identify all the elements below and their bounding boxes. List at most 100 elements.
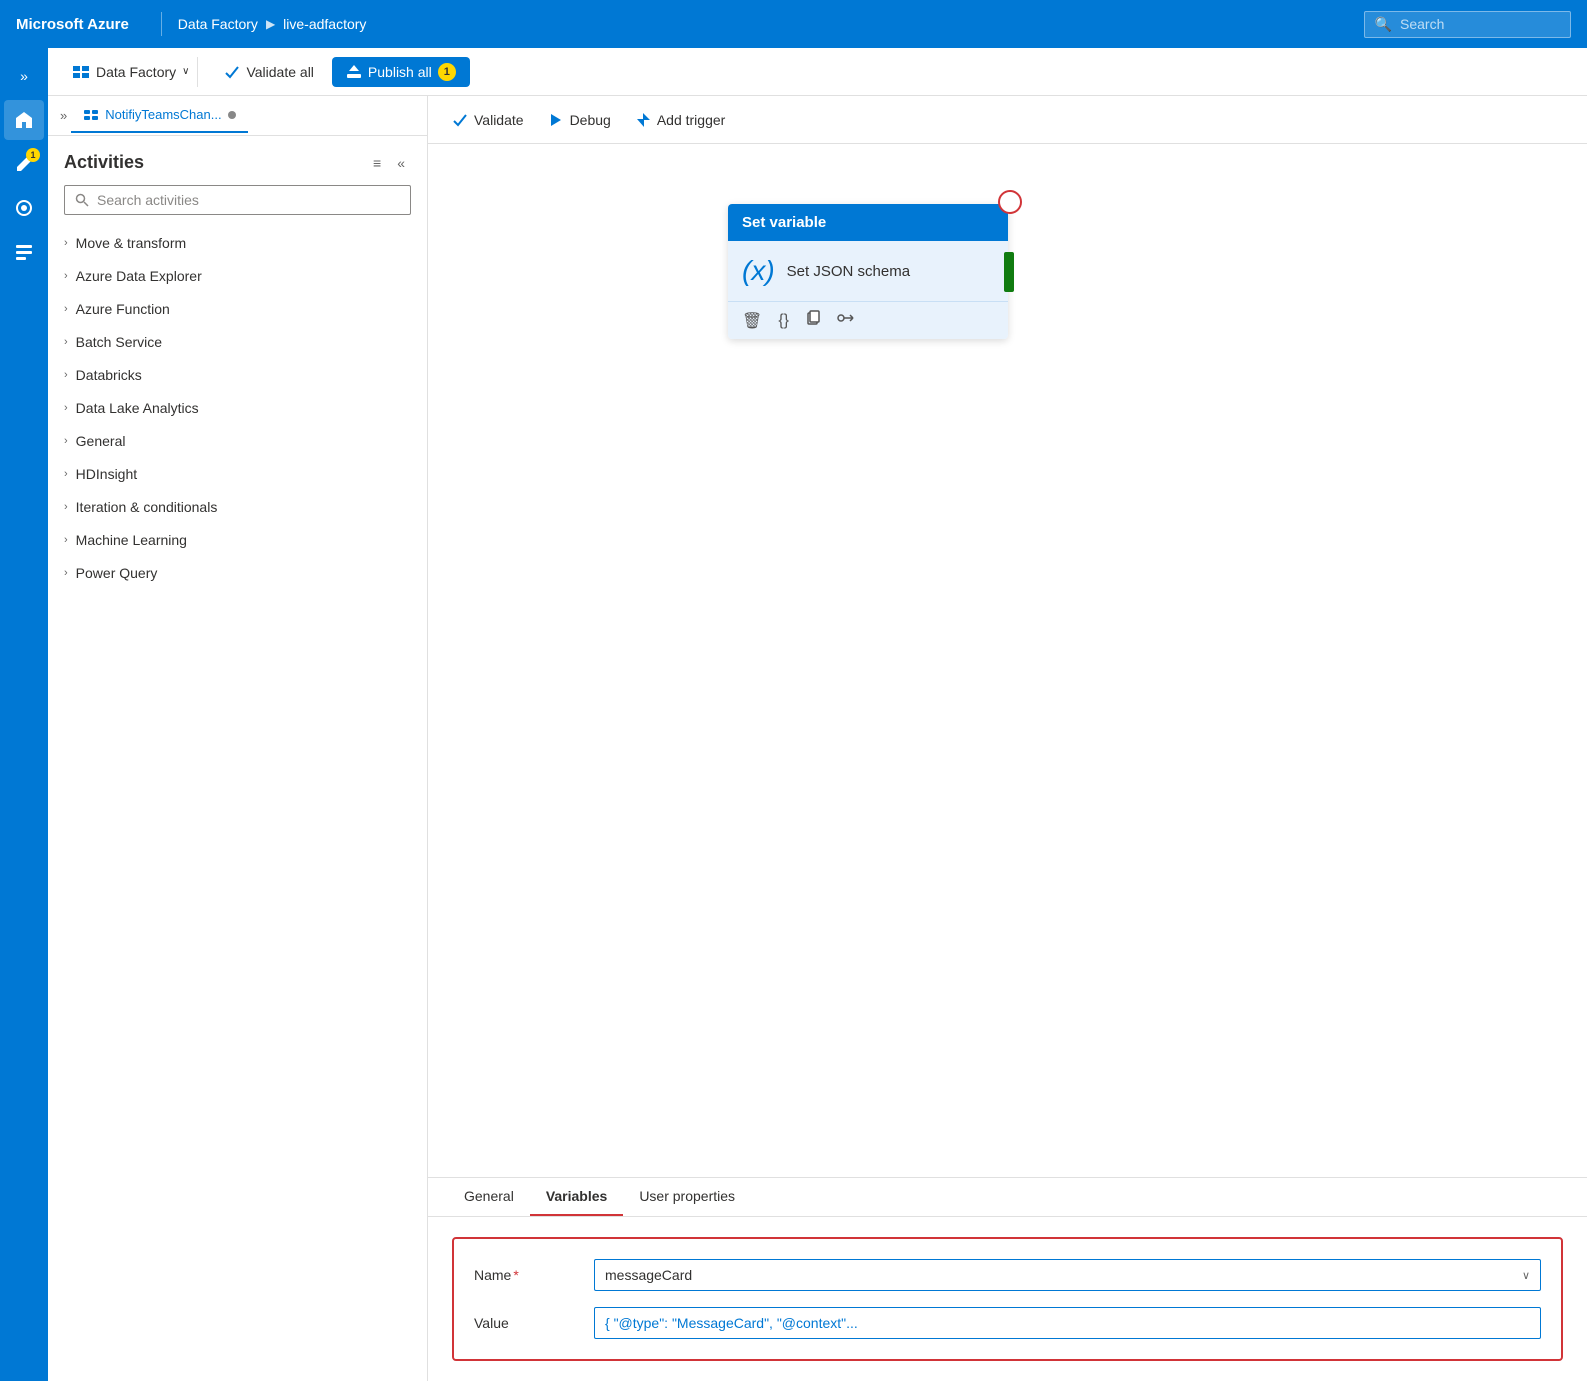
activity-error-indicator (998, 190, 1022, 214)
sidebar-item-expand[interactable]: » (4, 56, 44, 96)
category-power-query[interactable]: › Power Query (64, 557, 411, 590)
canvas-area[interactable]: Set variable (x) Set JSON schema 🗑 {} (428, 144, 1587, 1177)
validate-icon (224, 64, 240, 80)
sidebar-item-home[interactable] (4, 100, 44, 140)
activity-success-bar (1004, 252, 1014, 292)
category-azure-explorer-label: Azure Data Explorer (76, 268, 202, 284)
top-bar-divider (161, 12, 162, 36)
category-databricks[interactable]: › Databricks (64, 359, 411, 392)
search-activities-input[interactable] (97, 192, 400, 208)
breadcrumb-factory[interactable]: live-adfactory (283, 16, 366, 32)
category-ml[interactable]: › Machine Learning (64, 524, 411, 557)
df-chevron: ∨ (182, 66, 189, 77)
tab-general[interactable]: General (448, 1178, 530, 1216)
category-move-transform[interactable]: › Move & transform (64, 227, 411, 260)
activity-card-name: Set JSON schema (787, 263, 910, 280)
form-label-value: Value (474, 1315, 594, 1331)
chevron-batch-service: › (64, 336, 68, 348)
name-chevron-down: ∨ (1522, 1269, 1530, 1282)
validate-button[interactable]: Validate (448, 106, 528, 134)
category-iteration[interactable]: › Iteration & conditionals (64, 491, 411, 524)
search-icon: 🔍 (1375, 16, 1392, 33)
tab-variables[interactable]: Variables (530, 1178, 624, 1216)
publish-all-button[interactable]: Publish all 1 (332, 57, 470, 87)
sidebar-item-edit[interactable]: 1 (4, 144, 44, 184)
validate-all-button[interactable]: Validate all (214, 58, 323, 86)
name-label-text: Name (474, 1267, 511, 1283)
category-general[interactable]: › General (64, 425, 411, 458)
publish-icon (346, 64, 362, 80)
chevron-hdinsight: › (64, 468, 68, 480)
right-area: Validate Debug Add trigger (428, 96, 1587, 1381)
chevron-ml: › (64, 534, 68, 546)
form-row-name: Name* messageCard ∨ (474, 1259, 1541, 1291)
code-activity-icon[interactable]: {} (778, 312, 789, 330)
pipeline-tab-bar: » NotifiyTeamsChan... (48, 96, 427, 136)
value-label-text: Value (474, 1315, 509, 1331)
category-data-lake[interactable]: › Data Lake Analytics (64, 392, 411, 425)
monitor-icon (14, 198, 34, 218)
canvas-toolbar: Validate Debug Add trigger (428, 96, 1587, 144)
debug-label: Debug (570, 112, 611, 128)
category-general-label: General (76, 433, 126, 449)
name-required: * (513, 1267, 518, 1283)
bottom-tabs: General Variables User properties (428, 1178, 1587, 1217)
activity-card-icon: (x) (742, 255, 775, 287)
name-dropdown[interactable]: messageCard ∨ (594, 1259, 1541, 1291)
brand-label: Microsoft Azure (16, 16, 129, 33)
breadcrumb-df[interactable]: Data Factory (178, 16, 258, 32)
bottom-panel: General Variables User properties Name* (428, 1177, 1587, 1381)
value-input[interactable] (594, 1307, 1541, 1339)
category-batch-service[interactable]: › Batch Service (64, 326, 411, 359)
category-azure-function[interactable]: › Azure Function (64, 293, 411, 326)
publish-badge: 1 (438, 63, 456, 81)
delete-activity-icon[interactable]: 🗑 (742, 311, 762, 331)
chevron-move-transform: › (64, 237, 68, 249)
left-panel: » NotifiyTeamsChan... (48, 96, 428, 1381)
search-activities-icon (75, 193, 89, 207)
chevron-databricks: › (64, 369, 68, 381)
category-azure-explorer[interactable]: › Azure Data Explorer (64, 260, 411, 293)
activity-card[interactable]: Set variable (x) Set JSON schema 🗑 {} (728, 204, 1008, 339)
debug-button[interactable]: Debug (544, 106, 615, 134)
main-layout: » 1 (0, 48, 1587, 1381)
search-bar[interactable]: 🔍 (1364, 11, 1571, 38)
chevron-power-query: › (64, 567, 68, 579)
category-hdinsight[interactable]: › HDInsight (64, 458, 411, 491)
name-input-wrapper[interactable]: messageCard ∨ (594, 1259, 1541, 1291)
activities-controls: ≡ « (367, 153, 411, 173)
collapse2-icon[interactable]: « (391, 153, 411, 173)
activities-panel: Activities ≡ « (48, 136, 427, 1381)
pipeline-tab-label: NotifiyTeamsChan... (105, 107, 221, 122)
sidebar-item-manage[interactable] (4, 232, 44, 272)
pipeline-tab[interactable]: NotifiyTeamsChan... (71, 99, 247, 133)
tab-dirty-dot (228, 111, 236, 119)
expand-left-icon: » (60, 108, 67, 123)
chevron-data-lake: › (64, 402, 68, 414)
search-input[interactable] (1400, 16, 1560, 32)
validate-label: Validate all (246, 64, 313, 80)
value-input-wrapper[interactable] (594, 1307, 1541, 1339)
validate-canvas-icon (452, 112, 468, 128)
copy-activity-icon[interactable] (805, 310, 821, 331)
df-selector[interactable]: Data Factory ∨ (64, 57, 198, 87)
edit-badge: 1 (26, 148, 40, 162)
expand-icon: » (20, 68, 28, 84)
category-move-transform-label: Move & transform (76, 235, 186, 251)
category-hdinsight-label: HDInsight (76, 466, 137, 482)
expand-left-btn[interactable]: » (56, 108, 71, 123)
top-bar: Microsoft Azure Data Factory ▶ live-adfa… (0, 0, 1587, 48)
chevron-azure-function: › (64, 303, 68, 315)
connect-activity-icon[interactable] (837, 310, 857, 331)
search-activities-box[interactable] (64, 185, 411, 215)
pipeline-tab-icon (83, 107, 99, 123)
collapse-icon[interactable]: ≡ (367, 153, 387, 173)
tab-user-properties[interactable]: User properties (623, 1178, 751, 1216)
sidebar-item-monitor[interactable] (4, 188, 44, 228)
category-data-lake-label: Data Lake Analytics (76, 400, 199, 416)
form-row-value: Value (474, 1307, 1541, 1339)
chevron-general: › (64, 435, 68, 447)
debug-icon (548, 112, 564, 128)
add-trigger-button[interactable]: Add trigger (631, 106, 729, 134)
activity-card-footer: 🗑 {} (728, 301, 1008, 339)
